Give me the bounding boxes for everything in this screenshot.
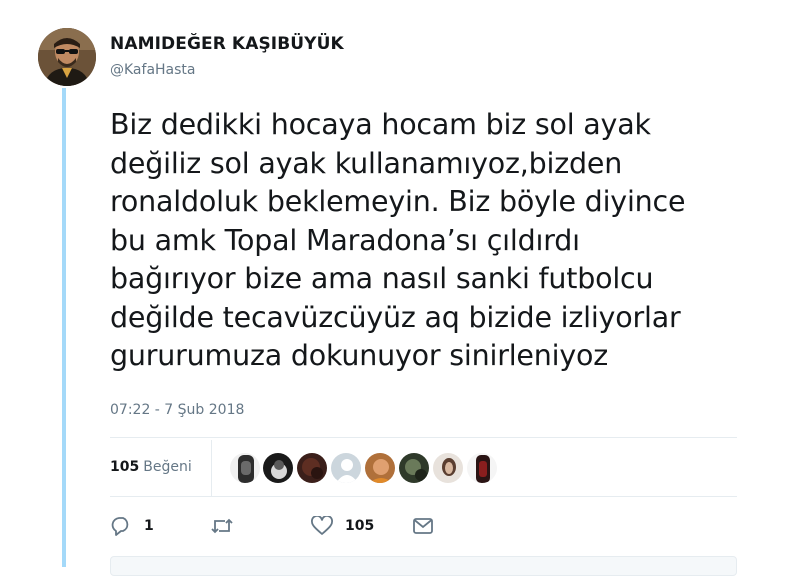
direct-message-button[interactable] [412, 512, 434, 540]
tweet-timestamp[interactable]: 07:22 - 7 Şub 2018 [110, 402, 244, 418]
liker-avatar[interactable] [296, 452, 328, 484]
retweet-icon [211, 518, 233, 534]
liker-avatar[interactable] [398, 452, 430, 484]
heart-icon [311, 516, 333, 535]
thread-line [62, 88, 66, 567]
liker-avatar[interactable] [262, 452, 294, 484]
likes-count[interactable]: 105 Beğeni [110, 459, 192, 475]
liker-avatar[interactable] [432, 452, 464, 484]
avatar-photo [38, 28, 96, 86]
likes-number: 105 [110, 459, 140, 475]
stats-separator [211, 440, 212, 496]
liker-avatar[interactable] [364, 452, 396, 484]
envelope-icon [413, 518, 433, 534]
retweet-button[interactable] [210, 512, 234, 540]
reply-button[interactable]: 1 [110, 512, 154, 540]
liker-avatar[interactable] [466, 452, 498, 484]
reply-count: 1 [144, 518, 154, 534]
author-name[interactable]: NAMIDEĞER KAŞIBÜYÜK [110, 34, 344, 54]
reply-icon [111, 517, 129, 536]
reply-input-box[interactable] [110, 556, 737, 576]
author-handle[interactable]: @KafaHasta [110, 62, 196, 78]
author-avatar[interactable] [38, 28, 96, 86]
divider-bottom [110, 496, 737, 497]
likes-label: Beğeni [143, 459, 192, 475]
divider-top [110, 437, 737, 438]
like-count: 105 [345, 518, 375, 534]
liker-avatar[interactable] [229, 452, 261, 484]
like-button[interactable]: 105 [311, 512, 374, 540]
liker-avatar[interactable] [330, 452, 362, 484]
tweet-text: Biz dedikki hocaya hocam biz sol ayak de… [110, 108, 686, 372]
